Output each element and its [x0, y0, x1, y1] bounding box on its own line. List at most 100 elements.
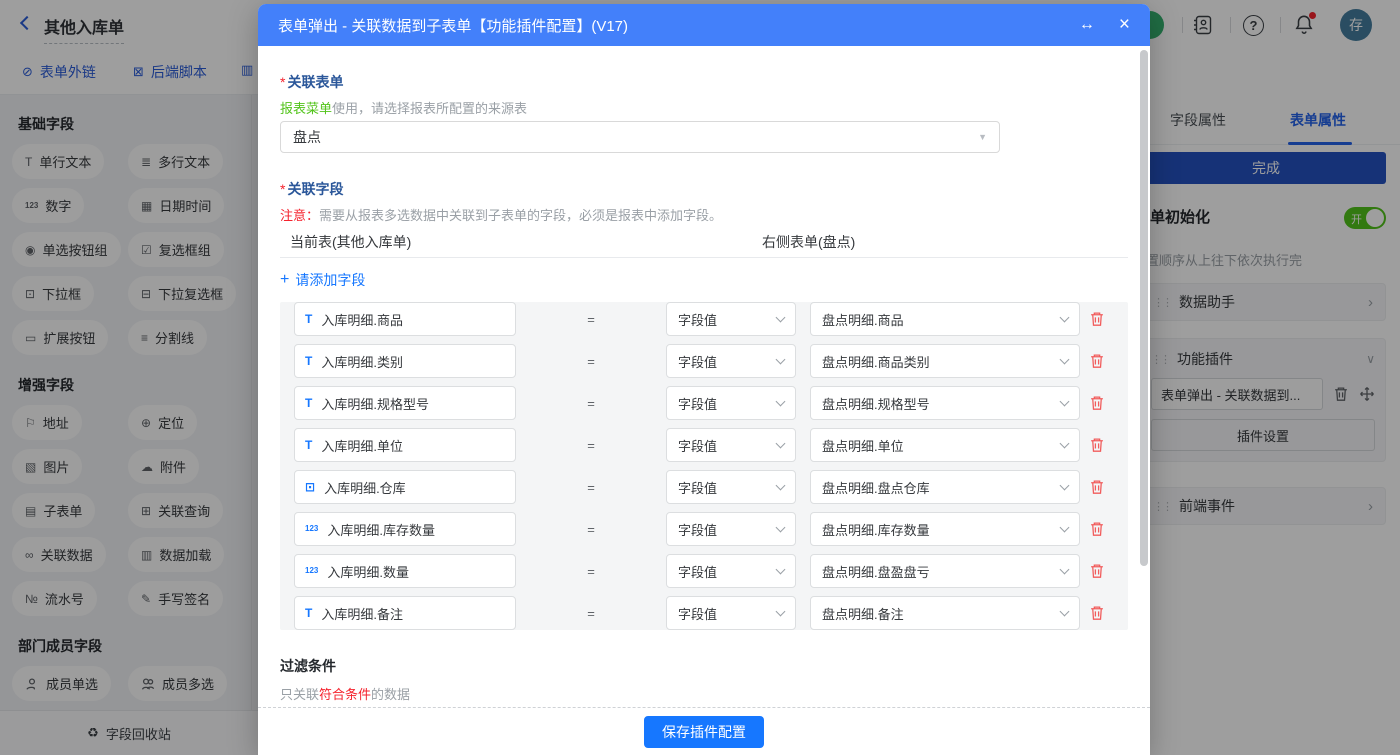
value-type-select[interactable]: 字段值	[666, 470, 796, 504]
select-value: 字段值	[678, 520, 717, 539]
source-field-name: 入库明细.备注	[321, 604, 403, 623]
select-value: 字段值	[678, 394, 717, 413]
source-field-box[interactable]: T 入库明细.规格型号	[294, 386, 516, 420]
target-field-select[interactable]: 盘点明细.商品	[810, 302, 1080, 336]
mapping-column-headers: 当前表(其他入库单) 右侧表单(盘点)	[280, 230, 1128, 258]
source-field-box[interactable]: 123入库明细.库存数量	[294, 512, 516, 546]
field-mapping-rows: T入库明细.商品=字段值盘点明细.商品T入库明细.类别=字段值盘点明细.商品类别…	[280, 302, 1128, 630]
equals-operator: =	[516, 522, 666, 537]
source-field-name: 入库明细.库存数量	[327, 520, 435, 539]
equals-operator: =	[516, 354, 666, 369]
source-field-box[interactable]: ⊡入库明细.仓库	[294, 470, 516, 504]
text-icon: T	[305, 313, 312, 325]
text-icon: T	[305, 607, 312, 619]
source-field-name: 入库明细.单位	[321, 436, 403, 455]
chevron-down-icon	[776, 354, 786, 364]
select-value: 盘点明细.单位	[822, 436, 904, 455]
delete-row-icon[interactable]	[1089, 605, 1105, 621]
target-field-select[interactable]: 盘点明细.规格型号	[810, 386, 1080, 420]
related-form-hint: 报表菜单使用，请选择报表所配置的来源表	[280, 98, 1128, 117]
chevron-down-icon	[776, 480, 786, 490]
related-fields-label: *关联字段	[280, 179, 1128, 199]
chevron-down-icon	[776, 522, 786, 532]
add-field-link[interactable]: + 请添加字段	[280, 270, 365, 290]
target-field-select[interactable]: 盘点明细.盘盈盘亏	[810, 554, 1080, 588]
text-icon: T	[305, 397, 312, 409]
filter-section-label: 过滤条件	[280, 656, 1128, 676]
target-field-select[interactable]: 盘点明细.备注	[810, 596, 1080, 630]
source-field-name: 入库明细.类别	[321, 352, 403, 371]
chevron-down-icon	[1060, 564, 1070, 574]
target-field-select[interactable]: 盘点明细.单位	[810, 428, 1080, 462]
modal-header: 表单弹出 - 关联数据到子表单【功能插件配置】(V17) ↔ ×	[258, 4, 1150, 46]
source-field-name: 入库明细.仓库	[324, 478, 406, 497]
close-icon[interactable]: ×	[1119, 14, 1130, 36]
field-mapping-row: 123 入库明细.数量 =字段值盘点明细.盘盈盘亏	[294, 554, 1114, 588]
resize-icon[interactable]: ↔	[1079, 16, 1095, 34]
select-value: 盘点明细.盘点仓库	[822, 478, 930, 497]
value-type-select[interactable]: 字段值	[666, 302, 796, 336]
chevron-down-icon	[1060, 354, 1070, 364]
value-type-select[interactable]: 字段值	[666, 554, 796, 588]
target-field-select[interactable]: 盘点明细.库存数量	[810, 512, 1080, 546]
select-value: 字段值	[678, 352, 717, 371]
chevron-down-icon	[776, 396, 786, 406]
target-field-select[interactable]: 盘点明细.商品类别	[810, 344, 1080, 378]
source-field-box[interactable]: T 入库明细.单位	[294, 428, 516, 462]
source-field-box[interactable]: T 入库明细.备注	[294, 596, 516, 630]
source-field-name: 入库明细.规格型号	[321, 394, 429, 413]
field-mapping-row: T 入库明细.商品 = 字段值 盘点明细.商品	[294, 302, 1114, 336]
field-mapping-row: T 入库明细.备注 =字段值 盘点明细.备注	[294, 596, 1114, 630]
delete-row-icon[interactable]	[1089, 521, 1105, 537]
select-value: 盘点明细.库存数量	[822, 520, 930, 539]
select-value: 字段值	[678, 478, 717, 497]
value-type-select[interactable]: 字段值	[666, 596, 796, 630]
value-type-select[interactable]: 字段值	[666, 386, 796, 420]
source-field-name: 入库明细.数量	[327, 562, 409, 581]
select-value: 盘点明细.商品	[822, 310, 904, 329]
field-mapping-row: T入库明细.规格型号=字段值盘点明细.规格型号	[294, 386, 1114, 420]
modal-footer: 保存插件配置	[258, 707, 1150, 755]
select-value: 盘点明细.商品类别	[822, 352, 930, 371]
number-icon: 123	[305, 567, 318, 575]
source-field-name: 入库明细.商品	[321, 310, 403, 329]
value-type-select[interactable]: 字段值	[666, 512, 796, 546]
dropdown-arrow-icon: ▼	[978, 132, 987, 142]
source-field-box[interactable]: 123 入库明细.数量	[294, 554, 516, 588]
text-icon: T	[305, 439, 312, 451]
delete-row-icon[interactable]	[1089, 563, 1105, 579]
select-value: 字段值	[678, 310, 717, 329]
modal-body: *关联表单 报表菜单使用，请选择报表所配置的来源表 盘点 ▼ *关联字段 注意：…	[258, 46, 1150, 707]
plugin-config-modal: 表单弹出 - 关联数据到子表单【功能插件配置】(V17) ↔ × *关联表单 报…	[258, 4, 1150, 755]
equals-operator: =	[516, 312, 666, 327]
delete-row-icon[interactable]	[1089, 437, 1105, 453]
source-field-box[interactable]: T 入库明细.商品	[294, 302, 516, 336]
field-mapping-row: ⊡入库明细.仓库= 字段值 盘点明细.盘点仓库	[294, 470, 1114, 504]
equals-operator: =	[516, 480, 666, 495]
delete-row-icon[interactable]	[1089, 395, 1105, 411]
filter-condition-link[interactable]: 符合条件	[319, 687, 371, 702]
value-type-select[interactable]: 字段值	[666, 428, 796, 462]
chevron-down-icon	[776, 438, 786, 448]
plus-icon: +	[280, 271, 289, 289]
filter-section-text: 只关联符合条件的数据	[280, 684, 1128, 703]
select-value: 字段值	[678, 436, 717, 455]
save-plugin-config-button[interactable]: 保存插件配置	[644, 716, 764, 748]
delete-row-icon[interactable]	[1089, 479, 1105, 495]
equals-operator: =	[516, 564, 666, 579]
target-field-select[interactable]: 盘点明细.盘点仓库	[810, 470, 1080, 504]
source-field-box[interactable]: T入库明细.类别	[294, 344, 516, 378]
modal-scrollbar[interactable]	[1140, 50, 1148, 566]
related-form-label: *关联表单	[280, 72, 1128, 92]
chevron-down-icon	[1060, 396, 1070, 406]
chevron-down-icon	[1060, 522, 1070, 532]
delete-row-icon[interactable]	[1089, 311, 1105, 327]
chevron-down-icon	[1060, 438, 1070, 448]
related-form-select[interactable]: 盘点 ▼	[280, 121, 1000, 153]
equals-operator: =	[516, 606, 666, 621]
chevron-down-icon	[776, 564, 786, 574]
field-mapping-row: T入库明细.单位=字段值盘点明细.单位	[294, 428, 1114, 462]
value-type-select[interactable]: 字段值	[666, 344, 796, 378]
delete-row-icon[interactable]	[1089, 353, 1105, 369]
select-value: 盘点明细.备注	[822, 604, 904, 623]
